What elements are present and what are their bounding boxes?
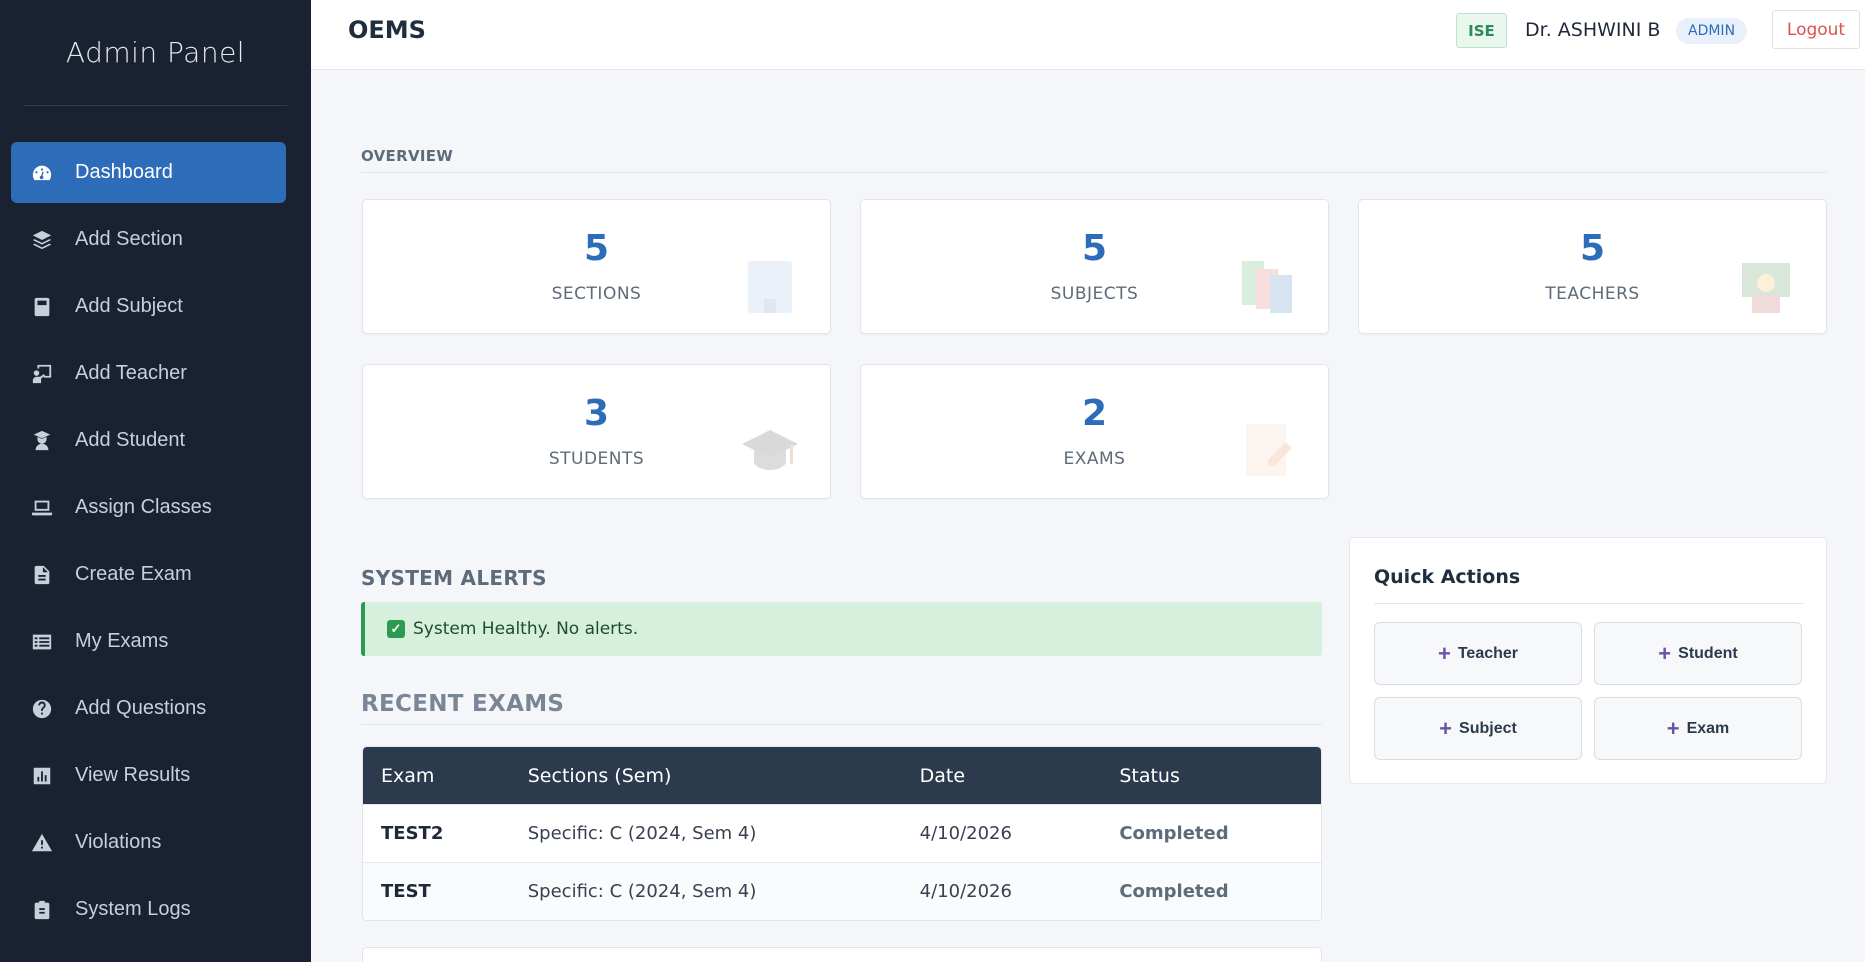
teacher-icon [1742, 263, 1790, 313]
bar-chart-icon [29, 763, 55, 789]
plus-icon: + [1658, 640, 1672, 666]
sidebar-item-label: System Logs [75, 898, 191, 920]
sidebar-nav: Dashboard Add Section Add Subject Add Te… [0, 106, 311, 940]
sidebar-item-label: View Results [75, 764, 191, 786]
recent-exams-table: Exam Sections (Sem) Date Status TEST2 Sp… [362, 746, 1322, 921]
exam-name-cell: TEST [363, 862, 510, 920]
sidebar-item-label: Add Subject [75, 295, 183, 317]
column-header-sections[interactable]: Sections (Sem) [509, 747, 902, 804]
system-alerts-title: SYSTEM ALERTS [361, 566, 547, 590]
column-header-exam[interactable]: Exam [363, 747, 510, 804]
laptop-icon [29, 495, 55, 521]
overview-label: OVERVIEW [361, 147, 454, 165]
stat-card-exams[interactable]: 2 EXAMS [860, 364, 1329, 499]
sidebar-item-create-exam[interactable]: Create Exam [11, 544, 286, 605]
brand-title: OEMS [348, 16, 426, 44]
sidebar-item-label: My Exams [75, 630, 169, 652]
column-header-status[interactable]: Status [1101, 747, 1321, 804]
sidebar-item-label: Add Questions [75, 697, 207, 719]
sidebar-item-add-subject[interactable]: Add Subject [11, 276, 286, 337]
logout-button[interactable]: Logout [1772, 10, 1860, 49]
divider [361, 724, 1322, 725]
clipboard-icon [29, 897, 55, 923]
sidebar-item-label: Create Exam [75, 563, 192, 585]
sidebar-item-view-results[interactable]: View Results [11, 745, 286, 806]
sidebar-item-add-section[interactable]: Add Section [11, 209, 286, 270]
role-badge: ADMIN [1676, 18, 1748, 44]
sidebar-item-label: Violations [75, 831, 162, 853]
sections-cell: Specific: C (2024, Sem 4) [509, 862, 902, 920]
plus-icon: + [1439, 715, 1453, 741]
system-alert-success: ✓ System Healthy. No alerts. [361, 602, 1322, 656]
department-badge: ISE [1456, 13, 1507, 48]
sidebar: Admin Panel Dashboard Add Section Add Su… [0, 0, 311, 962]
table-row[interactable]: TEST Specific: C (2024, Sem 4) 4/10/2026… [363, 862, 1321, 920]
stat-card-sections[interactable]: 5 SECTIONS [362, 199, 831, 334]
graduation-cap-icon [742, 430, 798, 470]
table-row[interactable]: TEST2 Specific: C (2024, Sem 4) 4/10/202… [363, 804, 1321, 862]
chalkboard-teacher-icon [29, 361, 55, 387]
books-icon [1242, 261, 1292, 313]
sidebar-item-violations[interactable]: Violations [11, 812, 286, 873]
sidebar-item-dashboard[interactable]: Dashboard [11, 142, 286, 203]
stat-card-students[interactable]: 3 STUDENTS [362, 364, 831, 499]
sidebar-item-label: Add Student [75, 429, 186, 451]
add-student-button[interactable]: + Student [1594, 622, 1802, 685]
gauge-icon [29, 160, 55, 186]
sidebar-item-label: Add Teacher [75, 362, 187, 384]
warning-icon [29, 830, 55, 856]
exam-name-cell: TEST2 [363, 804, 510, 862]
table-header-row: Exam Sections (Sem) Date Status [363, 747, 1321, 804]
next-panel-card [362, 947, 1322, 962]
list-icon [29, 629, 55, 655]
column-header-date[interactable]: Date [901, 747, 1102, 804]
layers-icon [29, 227, 55, 253]
sidebar-item-assign-classes[interactable]: Assign Classes [11, 477, 286, 538]
status-cell: Completed [1101, 804, 1321, 862]
button-label: Subject [1459, 719, 1517, 737]
sidebar-item-label: Dashboard [75, 161, 173, 183]
quick-actions-panel: Quick Actions + Teacher + Student + Subj… [1349, 537, 1827, 784]
plus-icon: + [1437, 640, 1451, 666]
plus-icon: + [1666, 715, 1680, 741]
checkbox-check-icon: ✓ [387, 620, 405, 638]
button-label: Student [1678, 644, 1738, 662]
date-cell: 4/10/2026 [901, 804, 1102, 862]
status-cell: Completed [1101, 862, 1321, 920]
add-exam-button[interactable]: + Exam [1594, 697, 1802, 760]
button-label: Exam [1686, 719, 1730, 737]
sidebar-item-my-exams[interactable]: My Exams [11, 611, 286, 672]
sidebar-item-add-teacher[interactable]: Add Teacher [11, 343, 286, 404]
quick-actions-title: Quick Actions [1374, 566, 1521, 588]
sidebar-title: Admin Panel [24, 0, 287, 106]
sidebar-item-add-student[interactable]: Add Student [11, 410, 286, 471]
sidebar-item-system-logs[interactable]: System Logs [11, 879, 286, 940]
stat-card-subjects[interactable]: 5 SUBJECTS [860, 199, 1329, 334]
sections-cell: Specific: C (2024, Sem 4) [509, 804, 902, 862]
divider [1374, 603, 1804, 604]
top-header: OEMS ISE Dr. ASHWINI B ADMIN Logout [311, 0, 1865, 70]
sidebar-item-label: Add Section [75, 228, 183, 250]
sidebar-item-add-questions[interactable]: Add Questions [11, 678, 286, 739]
user-name: Dr. ASHWINI B [1525, 19, 1661, 41]
add-teacher-button[interactable]: + Teacher [1374, 622, 1582, 685]
building-icon [748, 261, 792, 313]
sidebar-item-label: Assign Classes [75, 496, 212, 518]
question-circle-icon [29, 696, 55, 722]
stat-card-teachers[interactable]: 5 TEACHERS [1358, 199, 1827, 334]
recent-exams-title: RECENT EXAMS [361, 691, 565, 717]
button-label: Teacher [1457, 644, 1519, 662]
add-subject-button[interactable]: + Subject [1374, 697, 1582, 760]
user-graduate-icon [29, 428, 55, 454]
divider [361, 172, 1827, 173]
alert-message: System Healthy. No alerts. [413, 619, 639, 639]
file-icon [29, 562, 55, 588]
book-icon [29, 294, 55, 320]
date-cell: 4/10/2026 [901, 862, 1102, 920]
exam-paper-icon [1246, 424, 1292, 476]
